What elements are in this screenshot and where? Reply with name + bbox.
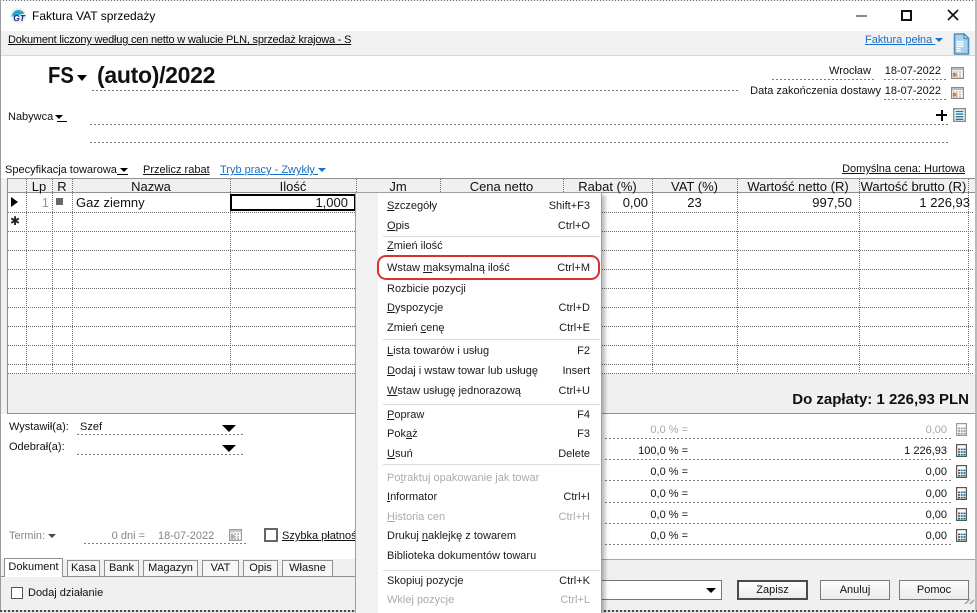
svg-text:GT: GT (13, 13, 26, 23)
